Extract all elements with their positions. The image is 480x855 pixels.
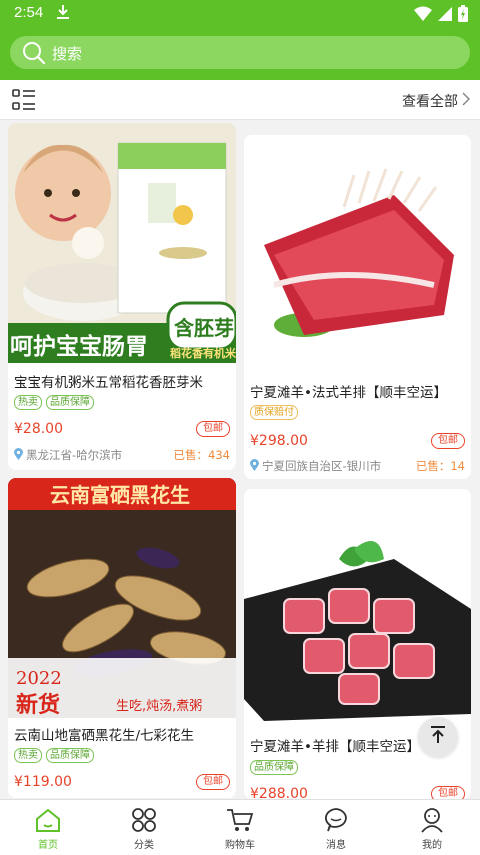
back-to-top-button[interactable] xyxy=(418,717,458,757)
svg-text:呵护宝宝肠胃: 呵护宝宝肠胃 xyxy=(10,333,148,360)
bottom-tab-bar: 首页 分类 购物车 消息 我的 xyxy=(0,799,480,855)
product-price: ¥119.00 xyxy=(14,774,72,790)
tag-warranty: 质保赔付 xyxy=(250,405,298,420)
product-location: 黑龙江省-哈尔滨市 xyxy=(14,447,122,463)
tag-quality: 品质保障 xyxy=(46,395,94,410)
product-card[interactable]: 云南富硒黑花生 2022 新货 生吃,炖汤,煮粥 云南山地富硒黑花生/七彩花生 … xyxy=(8,478,236,798)
free-shipping-badge: 包邮 xyxy=(431,786,465,799)
grid-icon xyxy=(131,807,157,837)
product-tags: 质保赔付 xyxy=(250,405,298,420)
view-all-label: 查看全部 xyxy=(402,94,458,110)
search-header: 搜索 xyxy=(0,28,480,80)
svg-text:2022: 2022 xyxy=(16,668,62,689)
tab-home-label: 首页 xyxy=(38,840,58,851)
status-time: 2:54 xyxy=(14,4,44,21)
location-pin-icon xyxy=(14,447,23,463)
location-text: 宁夏回族自治区-银川市 xyxy=(262,459,382,473)
tab-category-label: 分类 xyxy=(134,840,154,851)
sold-count: 已售：434 xyxy=(173,448,230,462)
free-shipping-badge: 包邮 xyxy=(196,421,230,437)
chat-bubble-icon xyxy=(323,807,349,837)
sold-count: 已售：14 xyxy=(415,459,465,473)
cart-icon xyxy=(226,807,254,837)
wifi-icon xyxy=(414,6,432,26)
search-placeholder: 搜索 xyxy=(52,45,83,63)
download-icon xyxy=(56,4,70,24)
signal-icon xyxy=(438,6,452,26)
product-tags: 品质保障 xyxy=(250,760,298,775)
tab-cart-label: 购物车 xyxy=(225,840,255,851)
product-price: ¥298.00 xyxy=(250,433,308,449)
product-tags: 热卖 品质保障 xyxy=(14,748,94,763)
chevron-right-icon xyxy=(462,92,471,110)
product-price: ¥28.00 xyxy=(14,421,63,437)
tag-quality: 品质保障 xyxy=(46,748,94,763)
product-image xyxy=(244,489,471,721)
home-icon xyxy=(34,807,62,837)
product-title: 宝宝有机粥米五常稻花香胚芽米 xyxy=(14,375,203,391)
tab-category[interactable]: 分类 xyxy=(96,800,192,855)
tab-profile-label: 我的 xyxy=(422,840,442,851)
free-shipping-badge: 包邮 xyxy=(431,433,465,449)
product-card[interactable]: 呵护宝宝肠胃 含胚芽 稻花香有机米 宝宝有机粥米五常稻花香胚芽米 热卖 品质保障… xyxy=(8,123,236,470)
location-text: 黑龙江省-哈尔滨市 xyxy=(26,448,123,462)
svg-text:含胚芽: 含胚芽 xyxy=(174,316,234,340)
tag-hot: 热卖 xyxy=(14,395,42,410)
tab-messages[interactable]: 消息 xyxy=(288,800,384,855)
product-location: 宁夏回族自治区-银川市 xyxy=(250,458,381,474)
product-tags: 热卖 品质保障 xyxy=(14,395,94,410)
product-image: 呵护宝宝肠胃 含胚芽 稻花香有机米 xyxy=(8,123,236,363)
search-input[interactable]: 搜索 xyxy=(10,36,470,69)
product-title: 云南山地富硒黑花生/七彩花生 xyxy=(14,728,195,744)
list-view-icon[interactable] xyxy=(12,89,36,115)
free-shipping-badge: 包邮 xyxy=(196,774,230,790)
tag-hot: 热卖 xyxy=(14,748,42,763)
search-icon xyxy=(22,41,46,69)
product-card[interactable]: 宁夏滩羊•法式羊排【顺丰空运】 质保赔付 ¥298.00 包邮 宁夏回族自治区-… xyxy=(244,135,471,479)
tab-messages-label: 消息 xyxy=(326,840,346,851)
product-price: ¥288.00 xyxy=(250,786,308,799)
list-toolbar: 查看全部 xyxy=(0,80,480,120)
svg-text:生吃,炖汤,煮粥: 生吃,炖汤,煮粥 xyxy=(116,698,202,714)
location-pin-icon xyxy=(250,458,259,474)
product-title: 宁夏滩羊•法式羊排【顺丰空运】 xyxy=(250,385,447,401)
tab-home[interactable]: 首页 xyxy=(0,800,96,855)
tag-quality: 品质保障 xyxy=(250,760,298,775)
arrow-up-icon xyxy=(429,725,447,749)
svg-text:新货: 新货 xyxy=(16,692,60,718)
tab-profile[interactable]: 我的 xyxy=(384,800,480,855)
tab-cart[interactable]: 购物车 xyxy=(192,800,288,855)
user-icon xyxy=(419,807,445,837)
view-all-link[interactable]: 查看全部 xyxy=(402,91,471,111)
product-image: 云南富硒黑花生 2022 新货 生吃,炖汤,煮粥 xyxy=(8,478,236,718)
svg-text:云南富硒黑花生: 云南富硒黑花生 xyxy=(50,483,190,507)
product-image xyxy=(244,135,471,367)
battery-icon xyxy=(458,5,468,26)
svg-text:稻花香有机米: 稻花香有机米 xyxy=(170,346,236,360)
status-bar: 2:54 xyxy=(0,0,480,28)
